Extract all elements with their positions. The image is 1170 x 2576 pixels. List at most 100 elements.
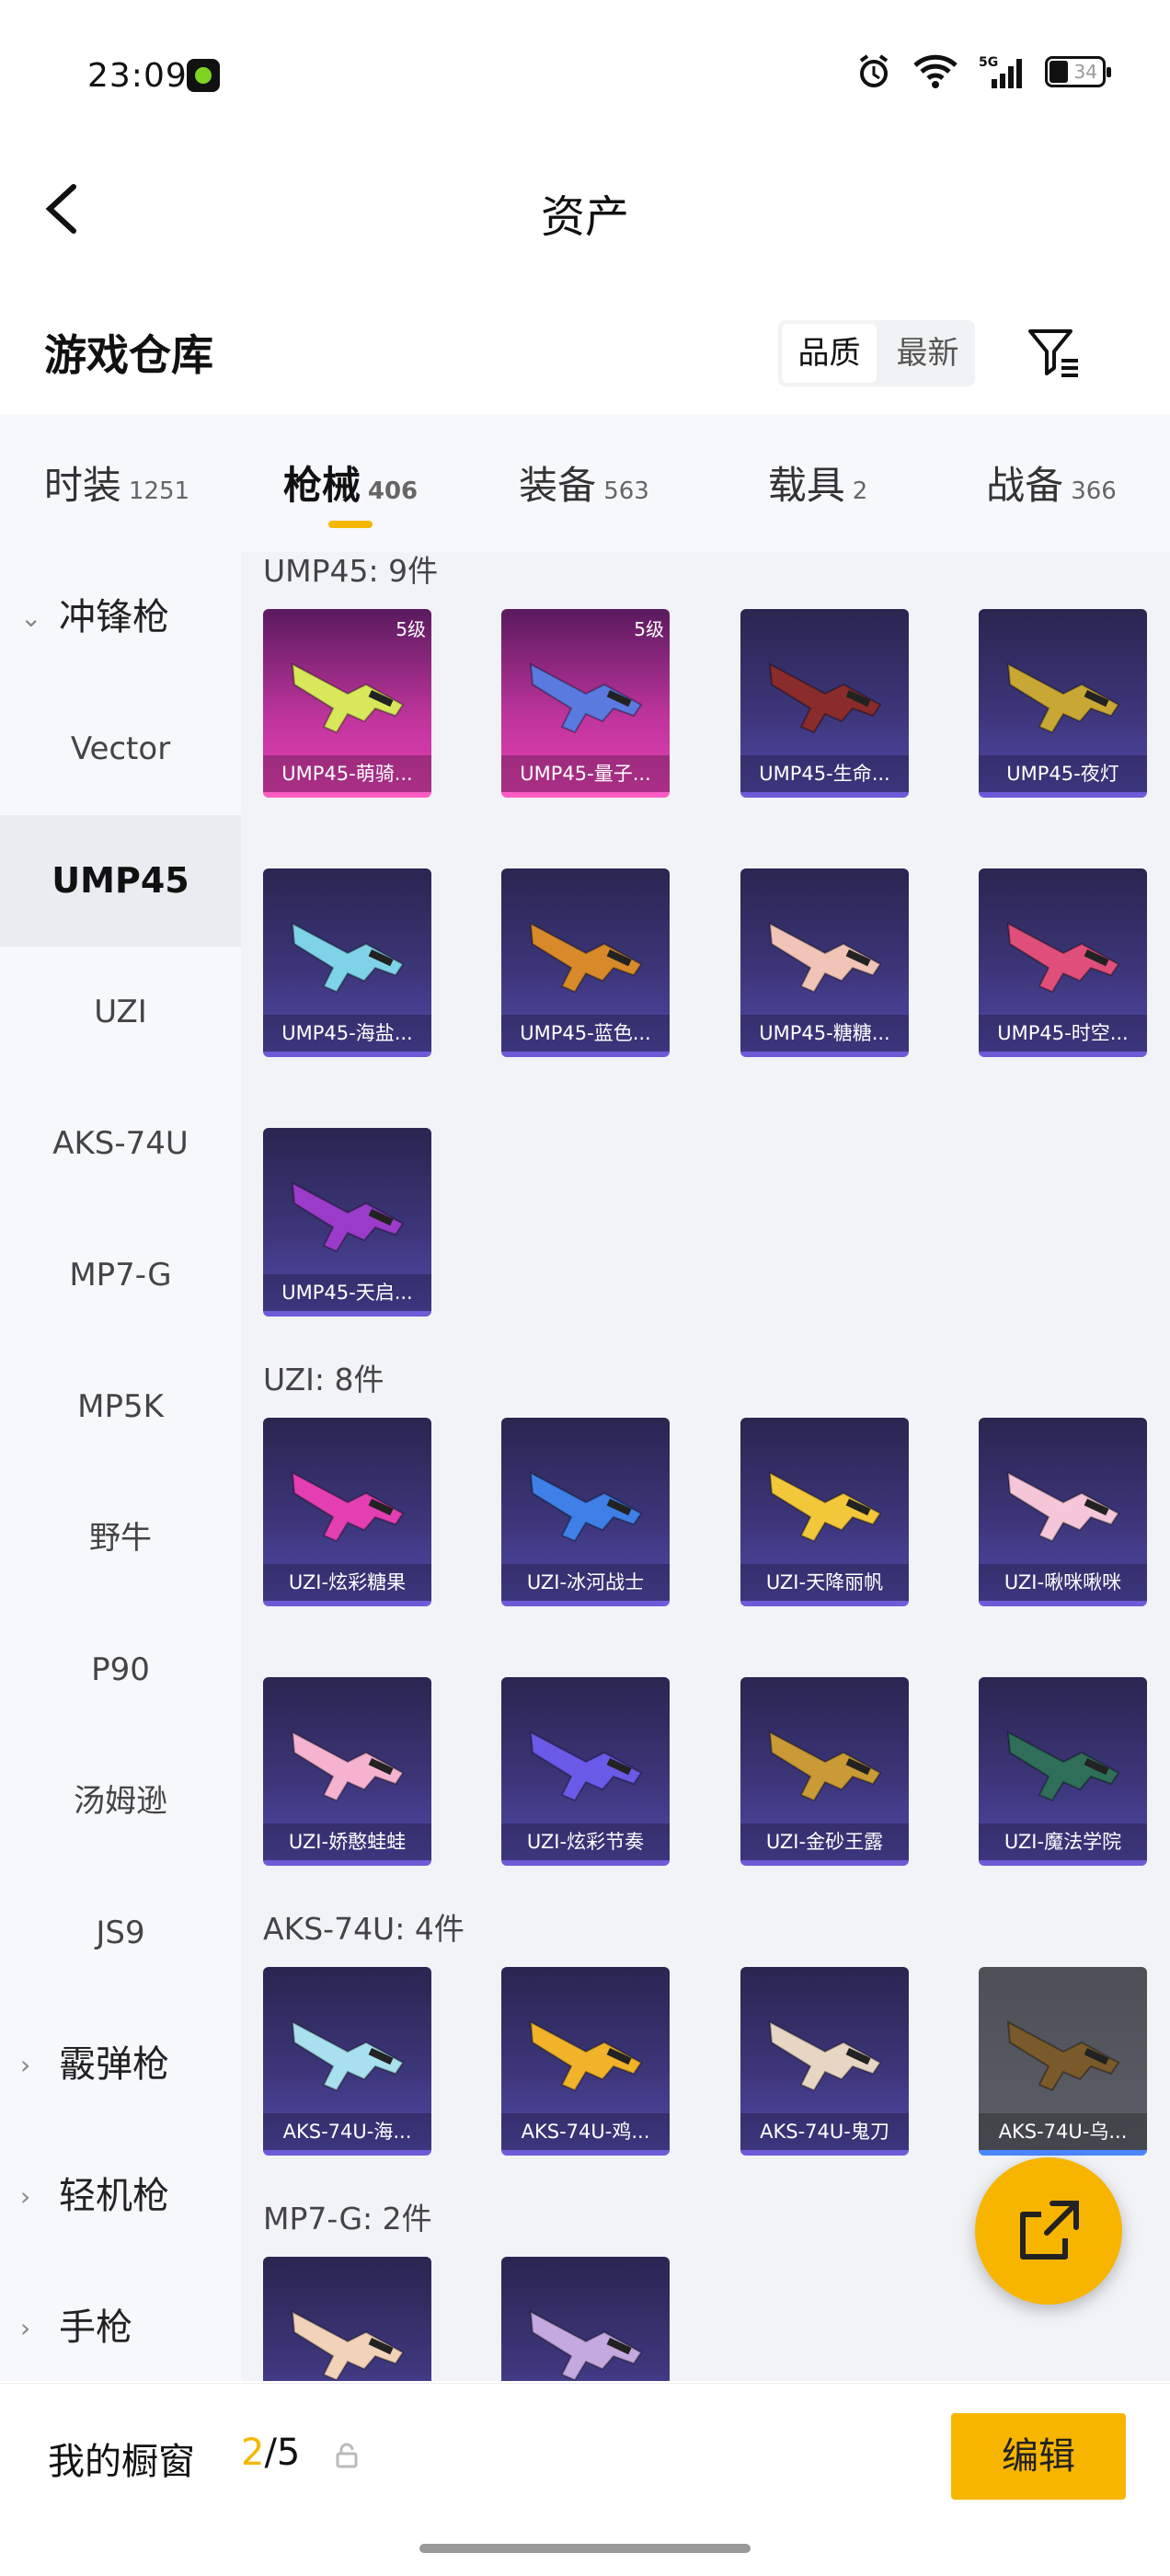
weapon-skin-card[interactable]: MP7-G-... — [501, 2257, 670, 2381]
weapon-skin-card[interactable]: UZI-炫彩糖果 — [263, 1418, 431, 1606]
chevron-down-icon: ⌄ — [20, 603, 42, 633]
edit-button[interactable]: 编辑 — [951, 2413, 1126, 2500]
home-indicator — [419, 2544, 751, 2553]
weapon-skin-icon — [529, 922, 643, 994]
filter-icon[interactable] — [1025, 322, 1084, 381]
weapon-skin-icon — [1006, 662, 1120, 734]
weapon-skin-card[interactable]: UZI-炫彩节奏 — [501, 1677, 670, 1866]
weapon-skin-card[interactable]: UZI-娇憨蛙蛙 — [263, 1677, 431, 1866]
skin-name: UMP45-时空... — [979, 1015, 1147, 1052]
section-title: AKS-74U: 4件 — [263, 1911, 465, 1947]
weapon-skin-icon — [291, 2020, 405, 2092]
weapon-skin-icon — [529, 662, 643, 734]
skin-name: UZI-啾咪啾咪 — [979, 1564, 1147, 1601]
sidebar-item-vector[interactable]: Vector — [0, 684, 241, 815]
tab-combat-supplies[interactable]: 战备 366 — [935, 414, 1168, 552]
weapon-skin-card[interactable]: UZI-金砂王露 — [740, 1677, 909, 1866]
section-title: MP7-G: 2件 — [263, 2201, 432, 2237]
page-title: 资产 — [540, 191, 629, 243]
sidebar-item-mp5k[interactable]: MP5K — [0, 1341, 241, 1473]
sidebar-item-thompson[interactable]: 汤姆逊 — [0, 1736, 241, 1868]
weapon-skin-icon — [768, 662, 882, 734]
weapon-skin-card[interactable]: AKS-74U-海... — [263, 1967, 431, 2156]
sidebar-item-uzi[interactable]: UZI — [0, 947, 241, 1078]
tab-weapons[interactable]: 枪械 406 — [234, 414, 467, 552]
showcase-count: 2/5 — [241, 2432, 301, 2474]
weapon-grid: UMP45: 9件 5级 UMP45-萌骑... 5级 UMP45-量子... UMP45… — [241, 552, 1170, 2381]
tab-fashion[interactable]: 时装 1251 — [0, 414, 234, 552]
weapon-skin-icon — [529, 1471, 643, 1543]
sort-quality-button[interactable]: 品质 — [782, 324, 877, 383]
weapon-skin-card[interactable]: UMP45-蓝色... — [501, 868, 670, 1057]
weapon-skin-card[interactable]: UMP45-海盐... — [263, 868, 431, 1057]
weapon-skin-card[interactable]: UMP45-天启... — [263, 1128, 431, 1317]
skin-name: AKS-74U-鬼刀 — [740, 2113, 909, 2150]
sidebar-item-mp7g[interactable]: MP7-G — [0, 1210, 241, 1341]
skin-name: UMP45-天启... — [263, 1274, 431, 1311]
skin-name: AKS-74U-乌... — [979, 2113, 1147, 2150]
skin-name: AKS-74U-海... — [263, 2113, 431, 2150]
sidebar-group-lmg[interactable]: › 轻机枪 — [0, 2131, 241, 2262]
weapon-skin-icon — [1006, 1471, 1120, 1543]
weapon-skin-card[interactable]: 5级 UMP45-量子... — [501, 609, 670, 798]
sidebar-item-js9[interactable]: JS9 — [0, 1868, 241, 1999]
weapon-skin-card[interactable]: UMP45-生命... — [740, 609, 909, 798]
sidebar-item-bison[interactable]: 野牛 — [0, 1473, 241, 1604]
weapon-skin-card[interactable]: UZI-冰河战士 — [501, 1418, 670, 1606]
skin-name: UZI-炫彩节奏 — [501, 1823, 670, 1860]
tab-vehicles[interactable]: 载具 2 — [701, 414, 935, 552]
skin-name: UZI-天降丽帆 — [740, 1564, 909, 1601]
tab-equipment[interactable]: 装备 563 — [467, 414, 701, 552]
weapon-skin-icon — [291, 922, 405, 994]
category-tabs: 时装 1251 枪械 406 装备 563 载具 2 战备 366 — [0, 414, 1170, 552]
sidebar-item-p90[interactable]: P90 — [0, 1604, 241, 1736]
skin-name: UMP45-生命... — [740, 755, 909, 792]
nav-bar: 资产 — [0, 147, 1170, 267]
warehouse-header: 游戏仓库 品质 最新 — [0, 294, 1170, 414]
weapon-skin-card[interactable]: UZI-魔法学院 — [979, 1677, 1147, 1866]
weapon-skin-card[interactable]: UZI-啾咪啾咪 — [979, 1418, 1147, 1606]
battery-icon: 34 — [1045, 56, 1111, 87]
weapon-skin-card[interactable]: MP7-G-... — [263, 2257, 431, 2381]
share-icon — [1020, 2201, 1079, 2260]
weapon-skin-icon — [1006, 922, 1120, 994]
sidebar-item-ump45[interactable]: UMP45 — [0, 815, 241, 947]
weapon-skin-card[interactable]: AKS-74U-鬼刀 — [740, 1967, 909, 2156]
section-title: UZI: 8件 — [263, 1362, 384, 1397]
weapon-skin-icon — [291, 662, 405, 734]
sidebar-group-pistol[interactable]: › 手枪 — [0, 2262, 241, 2394]
weapon-skin-icon — [1006, 2020, 1120, 2092]
weapon-skin-card[interactable]: 5级 UMP45-萌骑... — [263, 609, 431, 798]
skin-name: UMP45-萌骑... — [263, 755, 431, 792]
skin-name: AKS-74U-鸡... — [501, 2113, 670, 2150]
weapon-skin-card[interactable]: AKS-74U-鸡... — [501, 1967, 670, 2156]
weapon-skin-icon — [768, 1731, 882, 1802]
warehouse-title: 游戏仓库 — [44, 330, 213, 380]
weapon-skin-icon — [291, 2310, 405, 2381]
weapon-skin-icon — [529, 1731, 643, 1802]
weapon-skin-icon — [768, 922, 882, 994]
weapon-skin-card[interactable]: UMP45-夜灯 — [979, 609, 1147, 798]
skin-name: UMP45-夜灯 — [979, 755, 1147, 792]
status-bar: 23:09 5G 34 — [0, 0, 1170, 147]
weapon-skin-icon — [291, 1731, 405, 1802]
weapon-skin-icon — [768, 2020, 882, 2092]
chevron-right-icon: › — [20, 2313, 31, 2343]
skin-level-badge: 5级 — [396, 618, 426, 640]
sort-newest-button[interactable]: 最新 — [880, 320, 975, 386]
lock-icon — [336, 2443, 358, 2468]
sidebar-item-aks74u[interactable]: AKS-74U — [0, 1078, 241, 1210]
status-time: 23:09 — [87, 57, 188, 95]
weapon-skin-card[interactable]: UMP45-时空... — [979, 868, 1147, 1057]
sidebar-group-shotgun[interactable]: › 霰弹枪 — [0, 1999, 241, 2131]
share-button[interactable] — [975, 2157, 1122, 2305]
weapon-skin-icon — [1006, 1731, 1120, 1802]
weapon-skin-icon — [529, 2020, 643, 2092]
chevron-right-icon: › — [20, 2050, 31, 2080]
weapon-skin-card[interactable]: UZI-天降丽帆 — [740, 1418, 909, 1606]
weapon-skin-card[interactable]: AKS-74U-乌... — [979, 1967, 1147, 2156]
showcase-label: 我的橱窗 — [48, 2441, 195, 2483]
weapon-skin-card[interactable]: UMP45-糖糖... — [740, 868, 909, 1057]
sidebar-group-smg[interactable]: ⌄ 冲锋枪 — [0, 552, 241, 684]
weapon-skin-icon — [529, 2310, 643, 2381]
